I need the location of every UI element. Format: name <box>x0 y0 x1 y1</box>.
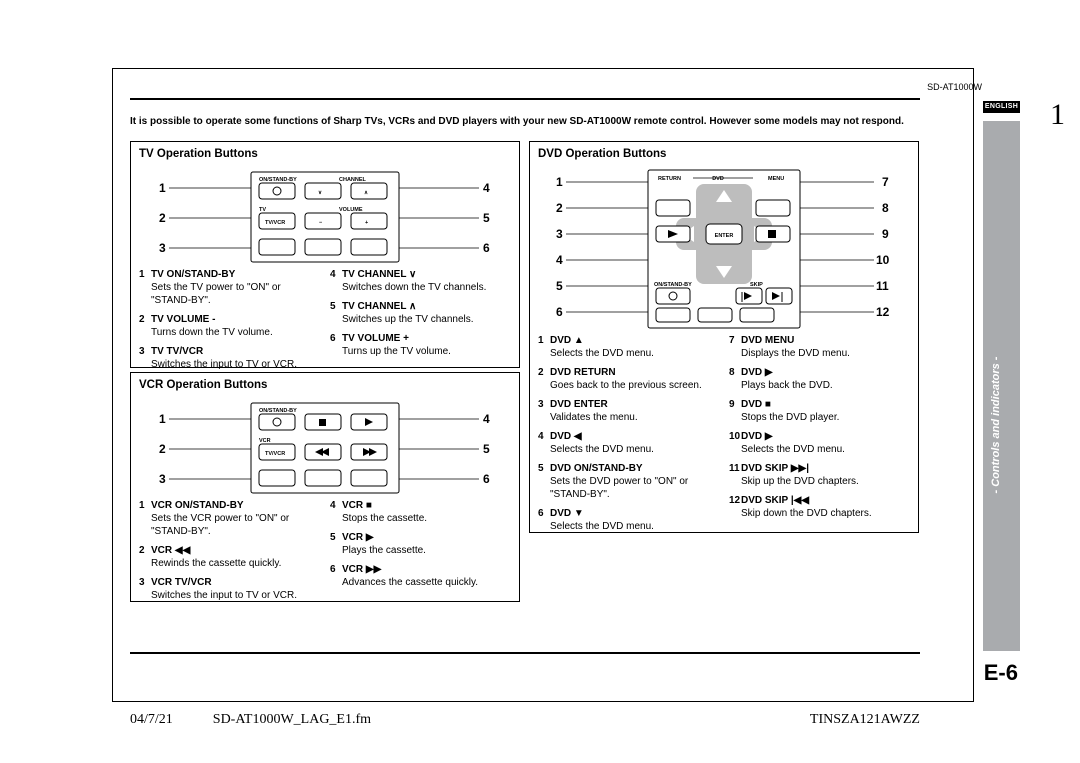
document-page: SD-AT1000W It is possible to operate som… <box>0 0 1080 763</box>
svg-text:TV/VCR: TV/VCR <box>265 220 285 226</box>
tv-list: 1TV ON/STAND-BYSets the TV power to "ON"… <box>139 268 511 377</box>
tv-num-3: 3 <box>159 241 166 255</box>
svg-text:12: 12 <box>876 305 890 319</box>
svg-text:ENTER: ENTER <box>715 233 734 239</box>
list-item: 10DVD ▶Selects the DVD menu. <box>729 430 910 456</box>
svg-text:VCR: VCR <box>259 438 271 444</box>
vcr-diagram: 1 2 3 4 5 6 ON/STAND-BY VCR TV/VCR <box>139 395 511 499</box>
side-title: General Information <box>1018 270 1044 580</box>
svg-text:VOLUME: VOLUME <box>339 207 363 213</box>
list-item: 4VCR ■Stops the cassette. <box>330 499 511 525</box>
tv-num-4: 4 <box>483 181 490 195</box>
tv-title: TV Operation Buttons <box>139 148 511 160</box>
vcr-title: VCR Operation Buttons <box>139 379 511 391</box>
svg-text:6: 6 <box>483 472 490 486</box>
list-item: 4DVD ◀Selects the DVD menu. <box>538 430 719 456</box>
tv-section: TV Operation Buttons 1 2 3 4 5 6 ON/STAN… <box>130 141 520 368</box>
svg-text:ON/STAND-BY: ON/STAND-BY <box>654 282 692 288</box>
language-tab: ENGLISH <box>983 101 1020 113</box>
svg-text:5: 5 <box>483 442 490 456</box>
list-item: 8DVD ▶Plays back the DVD. <box>729 366 910 392</box>
vcr-diagram-svg: 1 2 3 4 5 6 ON/STAND-BY VCR TV/VCR <box>139 395 511 499</box>
divider-bottom <box>130 652 920 654</box>
tv-num-2: 2 <box>159 211 166 225</box>
svg-text:1: 1 <box>556 175 563 189</box>
svg-text:CHANNEL: CHANNEL <box>339 177 367 183</box>
svg-text:TV/VCR: TV/VCR <box>265 451 285 457</box>
svg-text:5: 5 <box>556 279 563 293</box>
model-id: SD-AT1000W <box>927 82 982 92</box>
svg-text:3: 3 <box>556 227 563 241</box>
page-number: 1 <box>1050 98 1065 132</box>
tv-col-left: 1TV ON/STAND-BYSets the TV power to "ON"… <box>139 268 320 377</box>
svg-text:TV: TV <box>259 207 266 213</box>
list-item: 1DVD ▲Selects the DVD menu. <box>538 334 719 360</box>
list-item: 6DVD ▼Selects the DVD menu. <box>538 507 719 533</box>
e-page: E-6 <box>984 660 1018 686</box>
list-item: 3DVD ENTERValidates the menu. <box>538 398 719 424</box>
list-item: 2DVD RETURNGoes back to the previous scr… <box>538 366 719 392</box>
svg-text:MENU: MENU <box>768 176 784 182</box>
svg-text:1: 1 <box>159 412 166 426</box>
list-item: 2VCR ◀◀Rewinds the cassette quickly. <box>139 544 320 570</box>
vcr-list: 1VCR ON/STAND-BYSets the VCR power to "O… <box>139 499 511 608</box>
tv-num-1: 1 <box>159 181 166 195</box>
svg-text:4: 4 <box>483 412 490 426</box>
list-item: 9DVD ■Stops the DVD player. <box>729 398 910 424</box>
list-item: 6TV VOLUME +Turns up the TV volume. <box>330 332 511 358</box>
intro-text: It is possible to operate some functions… <box>130 115 920 129</box>
dvd-diagram-svg: 1 2 3 4 5 6 7 8 9 10 11 12 <box>538 164 910 334</box>
list-item: 3VCR TV/VCRSwitches the input to TV or V… <box>139 576 320 602</box>
svg-text:11: 11 <box>876 279 889 293</box>
tv-col-right: 4TV CHANNEL ∨Switches down the TV channe… <box>330 268 511 377</box>
list-item: 3TV TV/VCRSwitches the input to TV or VC… <box>139 345 320 371</box>
svg-text:−: − <box>319 220 322 226</box>
svg-text:DVD: DVD <box>712 176 724 182</box>
svg-text:8: 8 <box>882 201 889 215</box>
tv-num-5: 5 <box>483 211 490 225</box>
list-item: 7DVD MENUDisplays the DVD menu. <box>729 334 910 360</box>
list-item: 4TV CHANNEL ∨Switches down the TV channe… <box>330 268 511 294</box>
divider-top <box>130 98 920 100</box>
svg-text:2: 2 <box>556 201 563 215</box>
svg-text:4: 4 <box>556 253 563 267</box>
svg-text:6: 6 <box>556 305 563 319</box>
dvd-section: DVD Operation Buttons 1 2 3 4 5 6 7 8 9 … <box>529 141 919 533</box>
tv-diagram: 1 2 3 4 5 6 ON/STAND-BY CHANNEL ∨ ∧ TV V <box>139 164 511 268</box>
dvd-title: DVD Operation Buttons <box>538 148 910 160</box>
dvd-diagram: 1 2 3 4 5 6 7 8 9 10 11 12 <box>538 164 910 334</box>
list-item: 5TV CHANNEL ∧Switches up the TV channels… <box>330 300 511 326</box>
tv-diagram-svg: 1 2 3 4 5 6 ON/STAND-BY CHANNEL ∨ ∧ TV V <box>139 164 511 268</box>
dvd-list: 1DVD ▲Selects the DVD menu. 2DVD RETURNG… <box>538 334 910 539</box>
list-item: 5DVD ON/STAND-BYSets the DVD power to "O… <box>538 462 719 501</box>
list-item: 2TV VOLUME -Turns down the TV volume. <box>139 313 320 339</box>
vcr-section: VCR Operation Buttons 1 2 3 4 5 6 ON/STA… <box>130 372 520 602</box>
svg-text:3: 3 <box>159 472 166 486</box>
footer-code: TINSZA121AWZZ <box>810 712 920 728</box>
svg-text:7: 7 <box>882 175 889 189</box>
list-item: 1TV ON/STAND-BYSets the TV power to "ON"… <box>139 268 320 307</box>
tv-num-6: 6 <box>483 241 490 255</box>
svg-text:ON/STAND-BY: ON/STAND-BY <box>259 408 297 414</box>
list-item: 1VCR ON/STAND-BYSets the VCR power to "O… <box>139 499 320 538</box>
svg-text:9: 9 <box>882 227 889 241</box>
side-subtitle: - Controls and indicators - <box>990 270 1002 580</box>
svg-text:2: 2 <box>159 442 166 456</box>
svg-text:SKIP: SKIP <box>750 282 763 288</box>
svg-text:10: 10 <box>876 253 890 267</box>
footer-file: SD-AT1000W_LAG_E1.fm <box>213 712 371 728</box>
footer: 04/7/21 SD-AT1000W_LAG_E1.fm TINSZA121AW… <box>130 712 920 728</box>
svg-text:∧: ∧ <box>364 190 368 196</box>
list-item: 11DVD SKIP ▶▶|Skip up the DVD chapters. <box>729 462 910 488</box>
list-item: 6VCR ▶▶Advances the cassette quickly. <box>330 563 511 589</box>
footer-date: 04/7/21 <box>130 712 173 728</box>
svg-text:∨: ∨ <box>318 190 322 196</box>
list-item: 12DVD SKIP |◀◀Skip down the DVD chapters… <box>729 494 910 520</box>
list-item: 5VCR ▶Plays the cassette. <box>330 531 511 557</box>
svg-text:RETURN: RETURN <box>658 176 681 182</box>
svg-text:+: + <box>365 220 368 226</box>
svg-text:ON/STAND-BY: ON/STAND-BY <box>259 177 297 183</box>
